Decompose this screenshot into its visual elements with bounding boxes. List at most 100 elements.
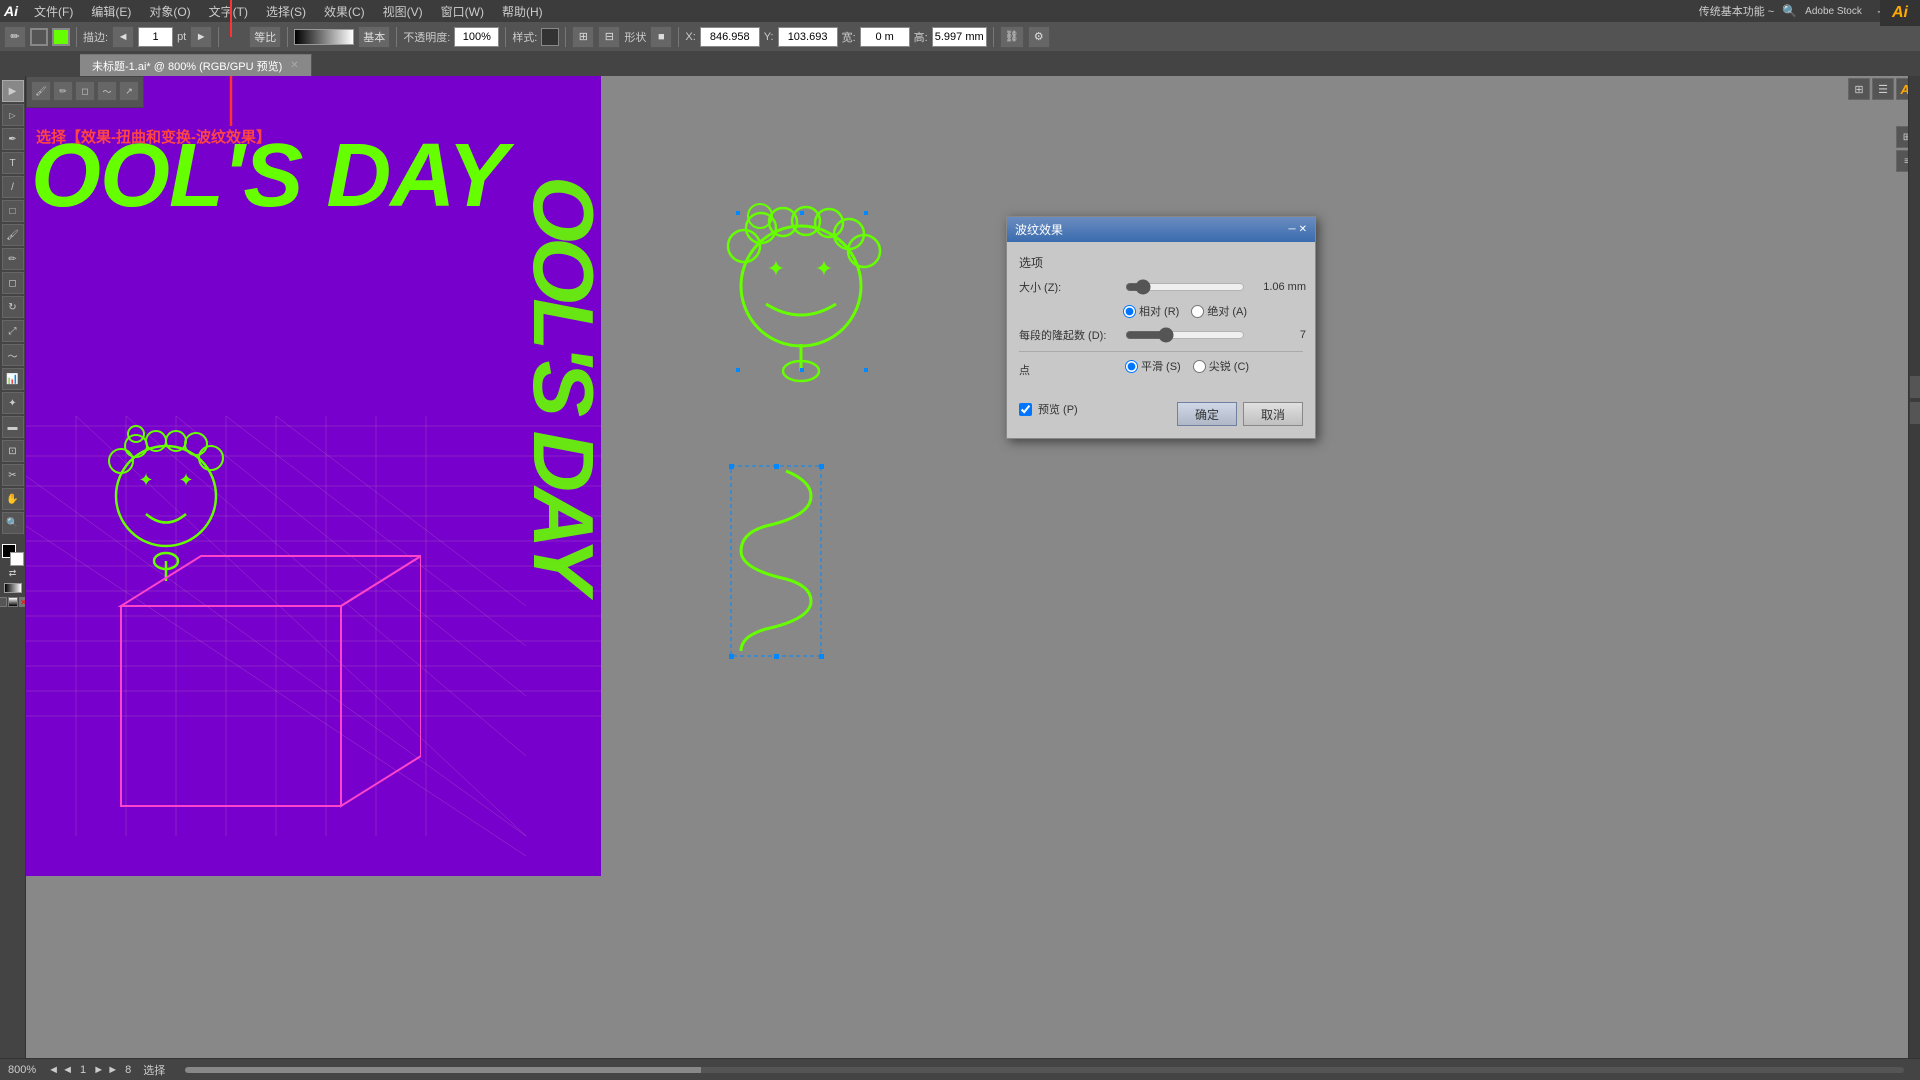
gradient-box[interactable] [4, 583, 22, 593]
preview-label: 预览 (P) [1038, 401, 1078, 417]
grid-view-icon[interactable]: ⊞ [1848, 78, 1870, 100]
x-label: X: [685, 31, 695, 43]
eraser-tool[interactable]: ◻ [2, 272, 24, 294]
canvas-area[interactable]: 🖌 ✏ ◻ 〜 ↗ 选择【效果-扭曲和变换-波纹效果】 [26, 76, 1920, 1058]
style-color-box[interactable] [541, 28, 559, 46]
menu-object[interactable]: 对象(O) [141, 1, 198, 22]
preview-checkbox[interactable] [1019, 403, 1032, 416]
more-options-icon[interactable]: ⚙ [1028, 26, 1050, 48]
menu-edit[interactable]: 编辑(E) [83, 1, 139, 22]
menu-text[interactable]: 文字(T) [201, 1, 256, 22]
graph-tool[interactable]: 📊 [2, 368, 24, 390]
float-brush[interactable]: 🖌 [31, 81, 51, 101]
page-nav-prev[interactable]: ◄ [48, 1064, 59, 1076]
opacity-input[interactable]: 100% [454, 27, 499, 47]
menu-window[interactable]: 窗口(W) [433, 1, 492, 22]
stroke-arrow-btn[interactable]: ◄ [112, 26, 134, 48]
menu-effect[interactable]: 效果(C) [316, 1, 373, 22]
smooth-radio-label[interactable]: 平滑 (S) [1125, 358, 1181, 374]
menu-view[interactable]: 视图(V) [375, 1, 431, 22]
tab-close-btn[interactable]: ✕ [290, 60, 298, 71]
document-tab[interactable]: 未标题-1.ai* @ 800% (RGB/GPU 预览) ✕ [80, 54, 312, 76]
slice-tool[interactable]: ✂ [2, 464, 24, 486]
float-pencil[interactable]: ✏ [53, 81, 73, 101]
shape-btn[interactable]: ■ [650, 26, 672, 48]
3d-box-svg [41, 526, 421, 866]
menu-select[interactable]: 选择(S) [258, 1, 314, 22]
symbol-tool[interactable]: ✦ [2, 392, 24, 414]
absolute-radio-label[interactable]: 绝对 (A) [1191, 303, 1247, 319]
artboard-tool[interactable]: ⊡ [2, 440, 24, 462]
cancel-button[interactable]: 取消 [1243, 402, 1303, 426]
w-input[interactable] [860, 27, 910, 47]
list-view-icon[interactable]: ☰ [1872, 78, 1894, 100]
h-input[interactable] [932, 27, 987, 47]
corner-radio-label[interactable]: 尖锐 (C) [1193, 358, 1249, 374]
float-smooth[interactable]: 〜 [97, 81, 117, 101]
background-swatch[interactable] [10, 552, 24, 566]
transform-icon[interactable]: ⊞ [572, 26, 594, 48]
smooth-radio[interactable] [1125, 360, 1138, 373]
dialog-title-bar[interactable]: 波纹效果 ─ ✕ [1007, 217, 1315, 242]
page-nav-prev2[interactable]: ◄ [62, 1064, 73, 1076]
right-panel-btn-1[interactable] [1910, 376, 1920, 398]
segments-value: 7 [1251, 329, 1306, 341]
proportional-icon[interactable]: ⛓ [1000, 26, 1024, 48]
pen-tool[interactable]: ✒ [2, 128, 24, 150]
ok-button[interactable]: 确定 [1177, 402, 1237, 426]
brush-tool[interactable]: 🖌 [2, 224, 24, 246]
search-icon[interactable]: 🔍 [1782, 4, 1797, 18]
options-section-label: 选项 [1019, 254, 1303, 271]
stroke-gradient-bar[interactable] [294, 29, 354, 45]
page-nav-next2[interactable]: ► [107, 1064, 118, 1076]
stroke-arrow-right[interactable]: ► [190, 26, 212, 48]
hand-tool[interactable]: ✋ [2, 488, 24, 510]
rect-tool[interactable]: □ [2, 200, 24, 222]
rotate-tool[interactable]: ↻ [2, 296, 24, 318]
zoom-tool[interactable]: 🔍 [2, 512, 24, 534]
dialog-min-btn[interactable]: ─ [1289, 224, 1296, 235]
float-arrow[interactable]: ↗ [119, 81, 139, 101]
tab-label: 未标题-1.ai* @ 800% (RGB/GPU 预览) [92, 58, 282, 74]
dialog-close-btn[interactable]: ✕ [1299, 224, 1307, 235]
warp-tool[interactable]: 〜 [2, 344, 24, 366]
swap-colors-btn[interactable]: ⇄ [9, 568, 17, 579]
color-mode-solid[interactable] [0, 597, 7, 607]
relative-radio[interactable] [1123, 305, 1136, 318]
column-graph-tool[interactable]: ▬ [2, 416, 24, 438]
h-label: 高: [914, 29, 928, 45]
fill-color-box[interactable] [52, 28, 70, 46]
pencil-tool[interactable]: ✏ [2, 248, 24, 270]
progress-fill [185, 1067, 701, 1073]
corner-radio[interactable] [1193, 360, 1206, 373]
sep7 [678, 27, 679, 47]
base-label-btn[interactable]: 基本 [358, 26, 390, 48]
right-panel-btn-2[interactable] [1910, 402, 1920, 424]
menu-file[interactable]: 文件(F) [26, 1, 81, 22]
x-input[interactable] [700, 27, 760, 47]
segments-slider[interactable] [1125, 328, 1245, 342]
swatch-pair[interactable] [2, 544, 24, 566]
relative-radio-label[interactable]: 相对 (R) [1123, 303, 1179, 319]
select-tool[interactable]: ▶ [2, 80, 24, 102]
color-mode-none[interactable]: ✕ [19, 597, 27, 607]
stroke-color-box[interactable] [30, 28, 48, 46]
align-icon[interactable]: ⊟ [598, 26, 620, 48]
page-nav-next[interactable]: ► [93, 1064, 104, 1076]
menu-help[interactable]: 帮助(H) [494, 1, 551, 22]
line-tool[interactable]: / [2, 176, 24, 198]
size-slider[interactable] [1125, 280, 1245, 294]
type-tool[interactable]: T [2, 152, 24, 174]
artboard[interactable]: OOL'S DAY ✦ ✦ [26, 76, 601, 876]
style-label: 样式: [512, 29, 537, 45]
y-input[interactable] [778, 27, 838, 47]
absolute-radio[interactable] [1191, 305, 1204, 318]
svg-text:✦: ✦ [138, 470, 153, 490]
direct-select-tool[interactable]: ▷ [2, 104, 24, 126]
stroke-width-input[interactable]: 1 [138, 27, 173, 47]
color-mode-gradient[interactable] [8, 597, 18, 607]
brush-icon[interactable]: ✏ [4, 26, 26, 48]
float-eraser[interactable]: ◻ [75, 81, 95, 101]
scale-tool[interactable]: ⤢ [2, 320, 24, 342]
equal-ratio-select[interactable]: 等比 [249, 26, 281, 48]
